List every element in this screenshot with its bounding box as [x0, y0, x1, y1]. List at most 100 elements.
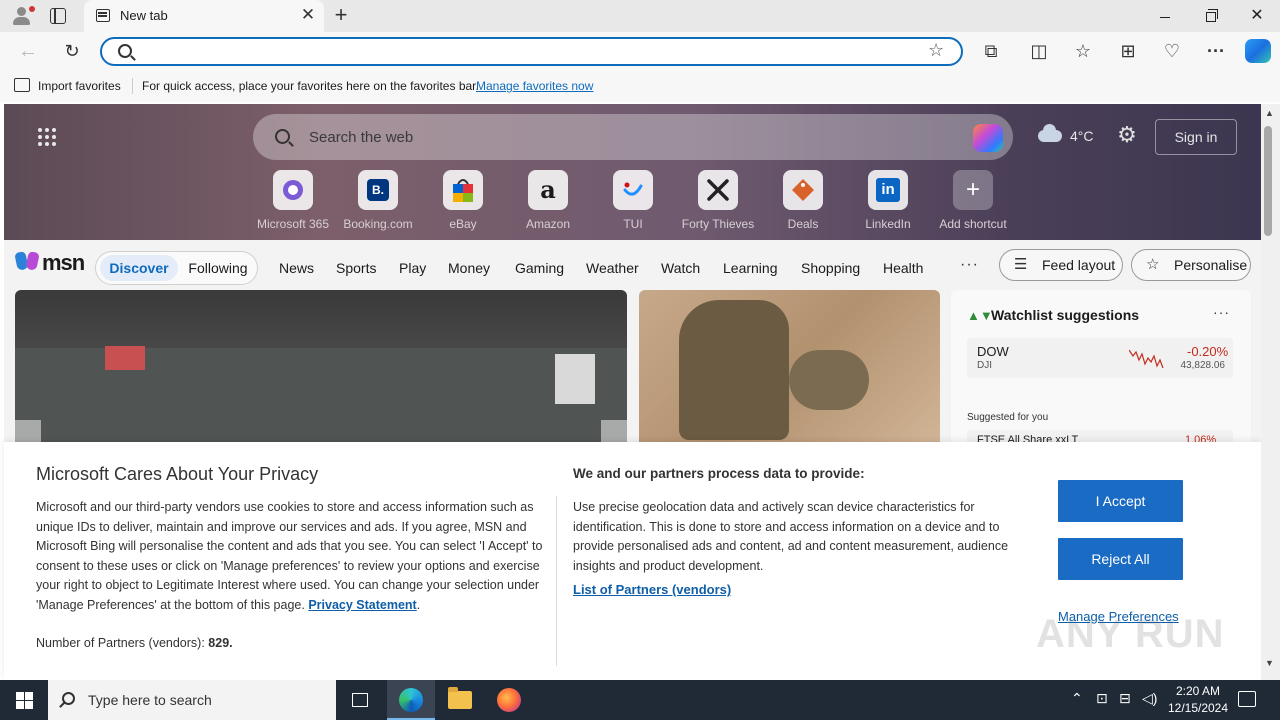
nav-more-icon[interactable]: ···: [960, 256, 979, 274]
accept-button[interactable]: I Accept: [1058, 480, 1183, 522]
restore-button[interactable]: [1188, 0, 1234, 32]
profile-icon[interactable]: [8, 4, 35, 28]
gear-icon[interactable]: ⚙: [1116, 124, 1138, 146]
taskbar-search-box[interactable]: Type here to search: [48, 680, 336, 720]
partners-count: Number of Partners (vendors): 829.: [36, 636, 233, 650]
minimize-button[interactable]: [1142, 0, 1188, 32]
windows-taskbar: Type here to search ⌃ ⊡ ⊟ ◁) 2:20 AM 12/…: [0, 680, 1280, 720]
cloud-icon: [1038, 124, 1062, 142]
edge-taskbar-icon[interactable]: [387, 680, 435, 720]
star-icon: ☆: [1146, 256, 1160, 273]
shortcut-deals[interactable]: Deals: [761, 170, 845, 236]
nav-item-shopping[interactable]: Shopping: [801, 260, 860, 276]
privacy-statement-link[interactable]: Privacy Statement: [308, 598, 416, 612]
tab-close-icon[interactable]: ✕: [298, 5, 318, 25]
network-icon[interactable]: ⊟: [1119, 690, 1131, 707]
divider: [556, 496, 557, 666]
nav-item-money[interactable]: Money: [448, 260, 490, 276]
feed-layout-button[interactable]: ☰ Feed layout: [999, 249, 1123, 281]
manage-favorites-link[interactable]: Manage favorites now: [476, 79, 593, 93]
firefox-icon[interactable]: [485, 680, 533, 720]
close-window-button[interactable]: ✕: [1234, 0, 1280, 32]
tab-following[interactable]: Following: [182, 255, 254, 281]
watchlist-card: ▲▼ Watchlist suggestions ··· DOW DJI -0.…: [951, 290, 1251, 450]
tab-actions-icon[interactable]: [50, 8, 66, 24]
task-view-icon[interactable]: [337, 680, 385, 720]
shortcut-label: Amazon: [525, 217, 571, 231]
search-icon: [62, 692, 75, 705]
shortcut-linkedin[interactable]: in LinkedIn: [846, 170, 930, 236]
scroll-up-icon[interactable]: ▲: [1265, 108, 1274, 118]
extensions-icon[interactable]: ⧉: [979, 39, 1003, 63]
shortcut-forty-thieves[interactable]: Forty Thieves: [676, 170, 760, 236]
import-favorites-button[interactable]: Import favorites: [38, 79, 121, 93]
privacy-consent-dialog: Microsoft Cares About Your Privacy Micro…: [4, 442, 1261, 680]
split-screen-icon[interactable]: ◫: [1027, 39, 1051, 63]
shortcut-label: Booking.com: [343, 217, 413, 231]
stocks-icon: ▲▼: [967, 308, 993, 323]
device-icon[interactable]: ⊡: [1096, 690, 1108, 707]
sparkline-chart: [1129, 349, 1164, 369]
add-shortcut-button[interactable]: + Add shortcut: [931, 170, 1015, 236]
news-card-photo[interactable]: [15, 290, 627, 450]
file-explorer-icon[interactable]: [436, 680, 484, 720]
nav-item-sports[interactable]: Sports: [336, 260, 376, 276]
page-scrollbar[interactable]: ▲ ▼: [1261, 104, 1280, 680]
nav-item-news[interactable]: News: [279, 260, 314, 276]
list-of-partners-link[interactable]: List of Partners (vendors): [573, 582, 731, 597]
search-icon: [275, 129, 290, 144]
stock-row[interactable]: DOW DJI -0.20% 43,828.06: [967, 338, 1233, 378]
shortcut-amazon[interactable]: a Amazon: [506, 170, 590, 236]
msn-logo[interactable]: msn: [14, 250, 86, 278]
shortcut-tui[interactable]: TUI: [591, 170, 675, 236]
crossed-swords-icon: [698, 170, 738, 210]
nav-item-play[interactable]: Play: [399, 260, 426, 276]
windows-start-icon[interactable]: [0, 680, 48, 720]
address-input[interactable]: [142, 43, 922, 61]
tab-new-tab[interactable]: New tab ✕: [84, 0, 324, 32]
manage-preferences-link[interactable]: Manage Preferences: [1058, 609, 1179, 624]
favorites-icon[interactable]: ☆: [1071, 39, 1095, 63]
scrollbar-thumb[interactable]: [1264, 126, 1272, 236]
amazon-icon: a: [540, 175, 556, 204]
shortcut-microsoft-365[interactable]: Microsoft 365: [251, 170, 335, 236]
back-arrow-icon[interactable]: ←: [16, 39, 40, 63]
scroll-down-icon[interactable]: ▼: [1265, 658, 1274, 668]
shortcut-label: Add shortcut: [939, 217, 1007, 231]
personalise-button[interactable]: ☆ Personalise: [1131, 249, 1251, 281]
tab-discover[interactable]: Discover: [100, 255, 178, 281]
nav-item-learning[interactable]: Learning: [723, 260, 778, 276]
nav-item-watch[interactable]: Watch: [661, 260, 700, 276]
web-search-input[interactable]: [309, 127, 909, 147]
data-processing-body: Use precise geolocation data and activel…: [573, 500, 1009, 573]
weather-widget[interactable]: 4°C: [1038, 124, 1108, 148]
web-search-box[interactable]: [253, 114, 1013, 160]
system-clock[interactable]: 2:20 AM 12/15/2024: [1162, 683, 1234, 717]
refresh-icon[interactable]: ↻: [60, 39, 84, 63]
reject-all-button[interactable]: Reject All: [1058, 538, 1183, 580]
apps-launcher-icon[interactable]: [38, 128, 56, 146]
nav-item-gaming[interactable]: Gaming: [515, 260, 564, 276]
news-card-photo-soldiers[interactable]: [639, 290, 940, 450]
chevron-up-icon[interactable]: ⌃: [1071, 690, 1083, 707]
tab-title: New tab: [120, 8, 168, 23]
sign-in-button[interactable]: Sign in: [1155, 119, 1237, 155]
nav-item-health[interactable]: Health: [883, 260, 923, 276]
watchlist-more-icon[interactable]: ···: [1213, 304, 1230, 320]
nav-item-weather[interactable]: Weather: [586, 260, 639, 276]
covid-sign-image: [105, 346, 145, 370]
clock-date: 12/15/2024: [1167, 701, 1229, 715]
volume-icon[interactable]: ◁): [1142, 690, 1157, 707]
copilot-icon[interactable]: [1245, 39, 1271, 63]
privacy-title: Microsoft Cares About Your Privacy: [36, 464, 319, 484]
browser-essentials-icon[interactable]: ♡: [1160, 39, 1184, 63]
collections-icon[interactable]: ⊞: [1116, 39, 1140, 63]
shortcut-ebay[interactable]: eBay: [421, 170, 505, 236]
address-bar[interactable]: ☆: [100, 37, 963, 66]
favorite-star-icon[interactable]: ☆: [928, 40, 944, 61]
notifications-icon[interactable]: [1238, 691, 1256, 707]
copilot-icon[interactable]: [973, 124, 1003, 152]
settings-more-icon[interactable]: ···: [1204, 39, 1228, 63]
shortcut-booking[interactable]: B. Booking.com: [336, 170, 420, 236]
new-tab-plus-icon[interactable]: +: [330, 4, 352, 26]
